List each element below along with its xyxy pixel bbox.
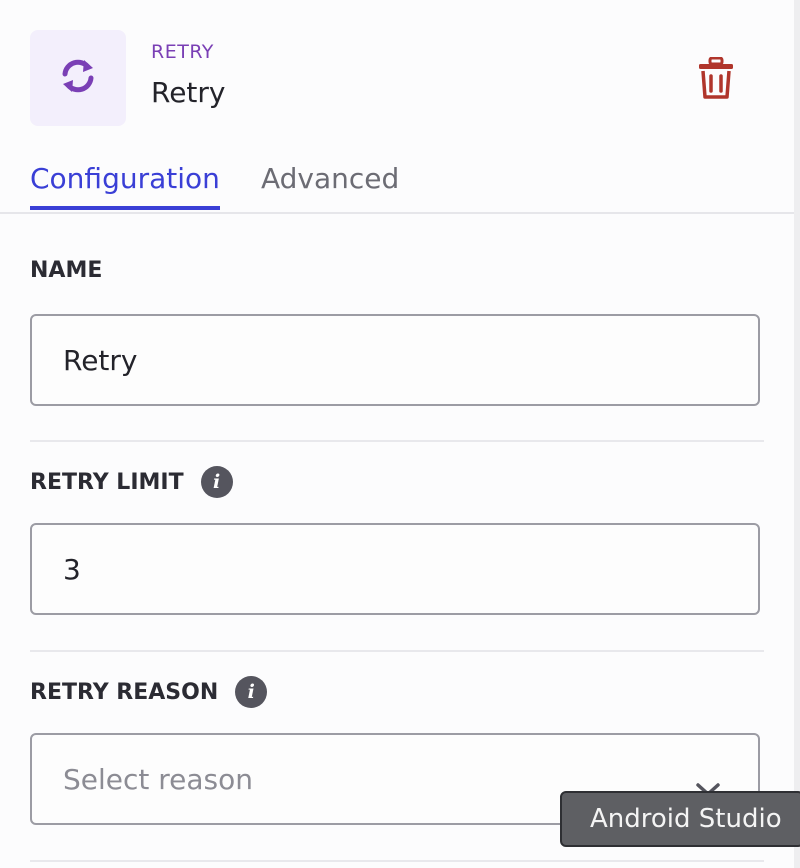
name-input[interactable]: Retry — [30, 314, 760, 406]
scrollbar-track[interactable] — [794, 0, 800, 868]
retry-limit-label-text: RETRY LIMIT — [30, 469, 184, 495]
retry-reason-placeholder: Select reason — [63, 762, 254, 796]
info-icon[interactable]: i — [235, 676, 268, 708]
node-config-panel: RETRY Retry Configuration Advanced NAME … — [0, 0, 794, 868]
trash-icon — [698, 56, 734, 103]
retry-reason-label-text: RETRY REASON — [30, 679, 219, 705]
node-title: Retry — [151, 76, 226, 109]
refresh-icon — [57, 55, 99, 101]
retry-limit-input[interactable]: 3 — [30, 523, 760, 615]
name-label-text: NAME — [30, 258, 103, 283]
retry-limit-label: RETRY LIMIT i — [30, 466, 233, 498]
divider — [30, 860, 764, 862]
node-icon-tile — [30, 30, 126, 126]
app-tooltip: Android Studio — [560, 791, 800, 847]
tab-bar: Configuration Advanced — [0, 150, 794, 214]
node-type-label: RETRY — [151, 41, 214, 63]
info-icon[interactable]: i — [200, 466, 233, 498]
tab-advanced[interactable]: Advanced — [261, 162, 399, 195]
retry-reason-label: RETRY REASON i — [30, 676, 268, 708]
delete-button[interactable] — [692, 56, 740, 104]
divider — [30, 650, 764, 652]
tab-configuration[interactable]: Configuration — [30, 162, 220, 210]
name-label: NAME — [30, 258, 102, 283]
divider — [30, 440, 764, 442]
